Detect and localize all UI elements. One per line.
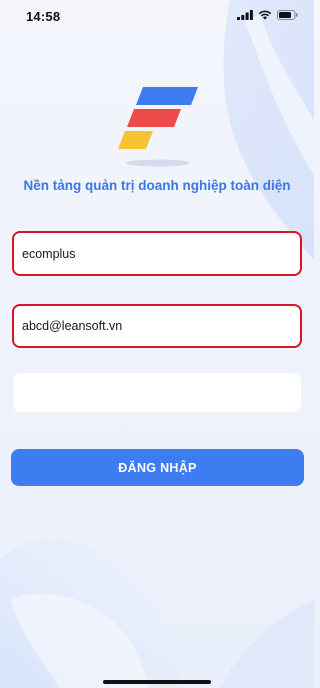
username-value: ecomplus (22, 246, 76, 261)
home-indicator (103, 680, 211, 684)
battery-icon (277, 10, 298, 20)
status-time: 14:58 (26, 9, 61, 24)
signal-icon (237, 10, 253, 20)
password-field[interactable] (12, 372, 302, 413)
email-field[interactable]: abcd@leansoft.vn (12, 304, 302, 348)
login-button-label: ĐĂNG NHẬP (118, 460, 197, 475)
app-logo (118, 87, 198, 167)
status-bar: 14:58 (0, 0, 314, 34)
app-tagline: Nền tảng quản trị doanh nghiệp toàn diện (23, 178, 291, 193)
email-value: abcd@leansoft.vn (22, 319, 123, 333)
username-field[interactable]: ecomplus (12, 231, 302, 276)
wifi-icon (258, 10, 272, 20)
login-button[interactable]: ĐĂNG NHẬP (11, 449, 304, 486)
status-icons (237, 10, 298, 20)
